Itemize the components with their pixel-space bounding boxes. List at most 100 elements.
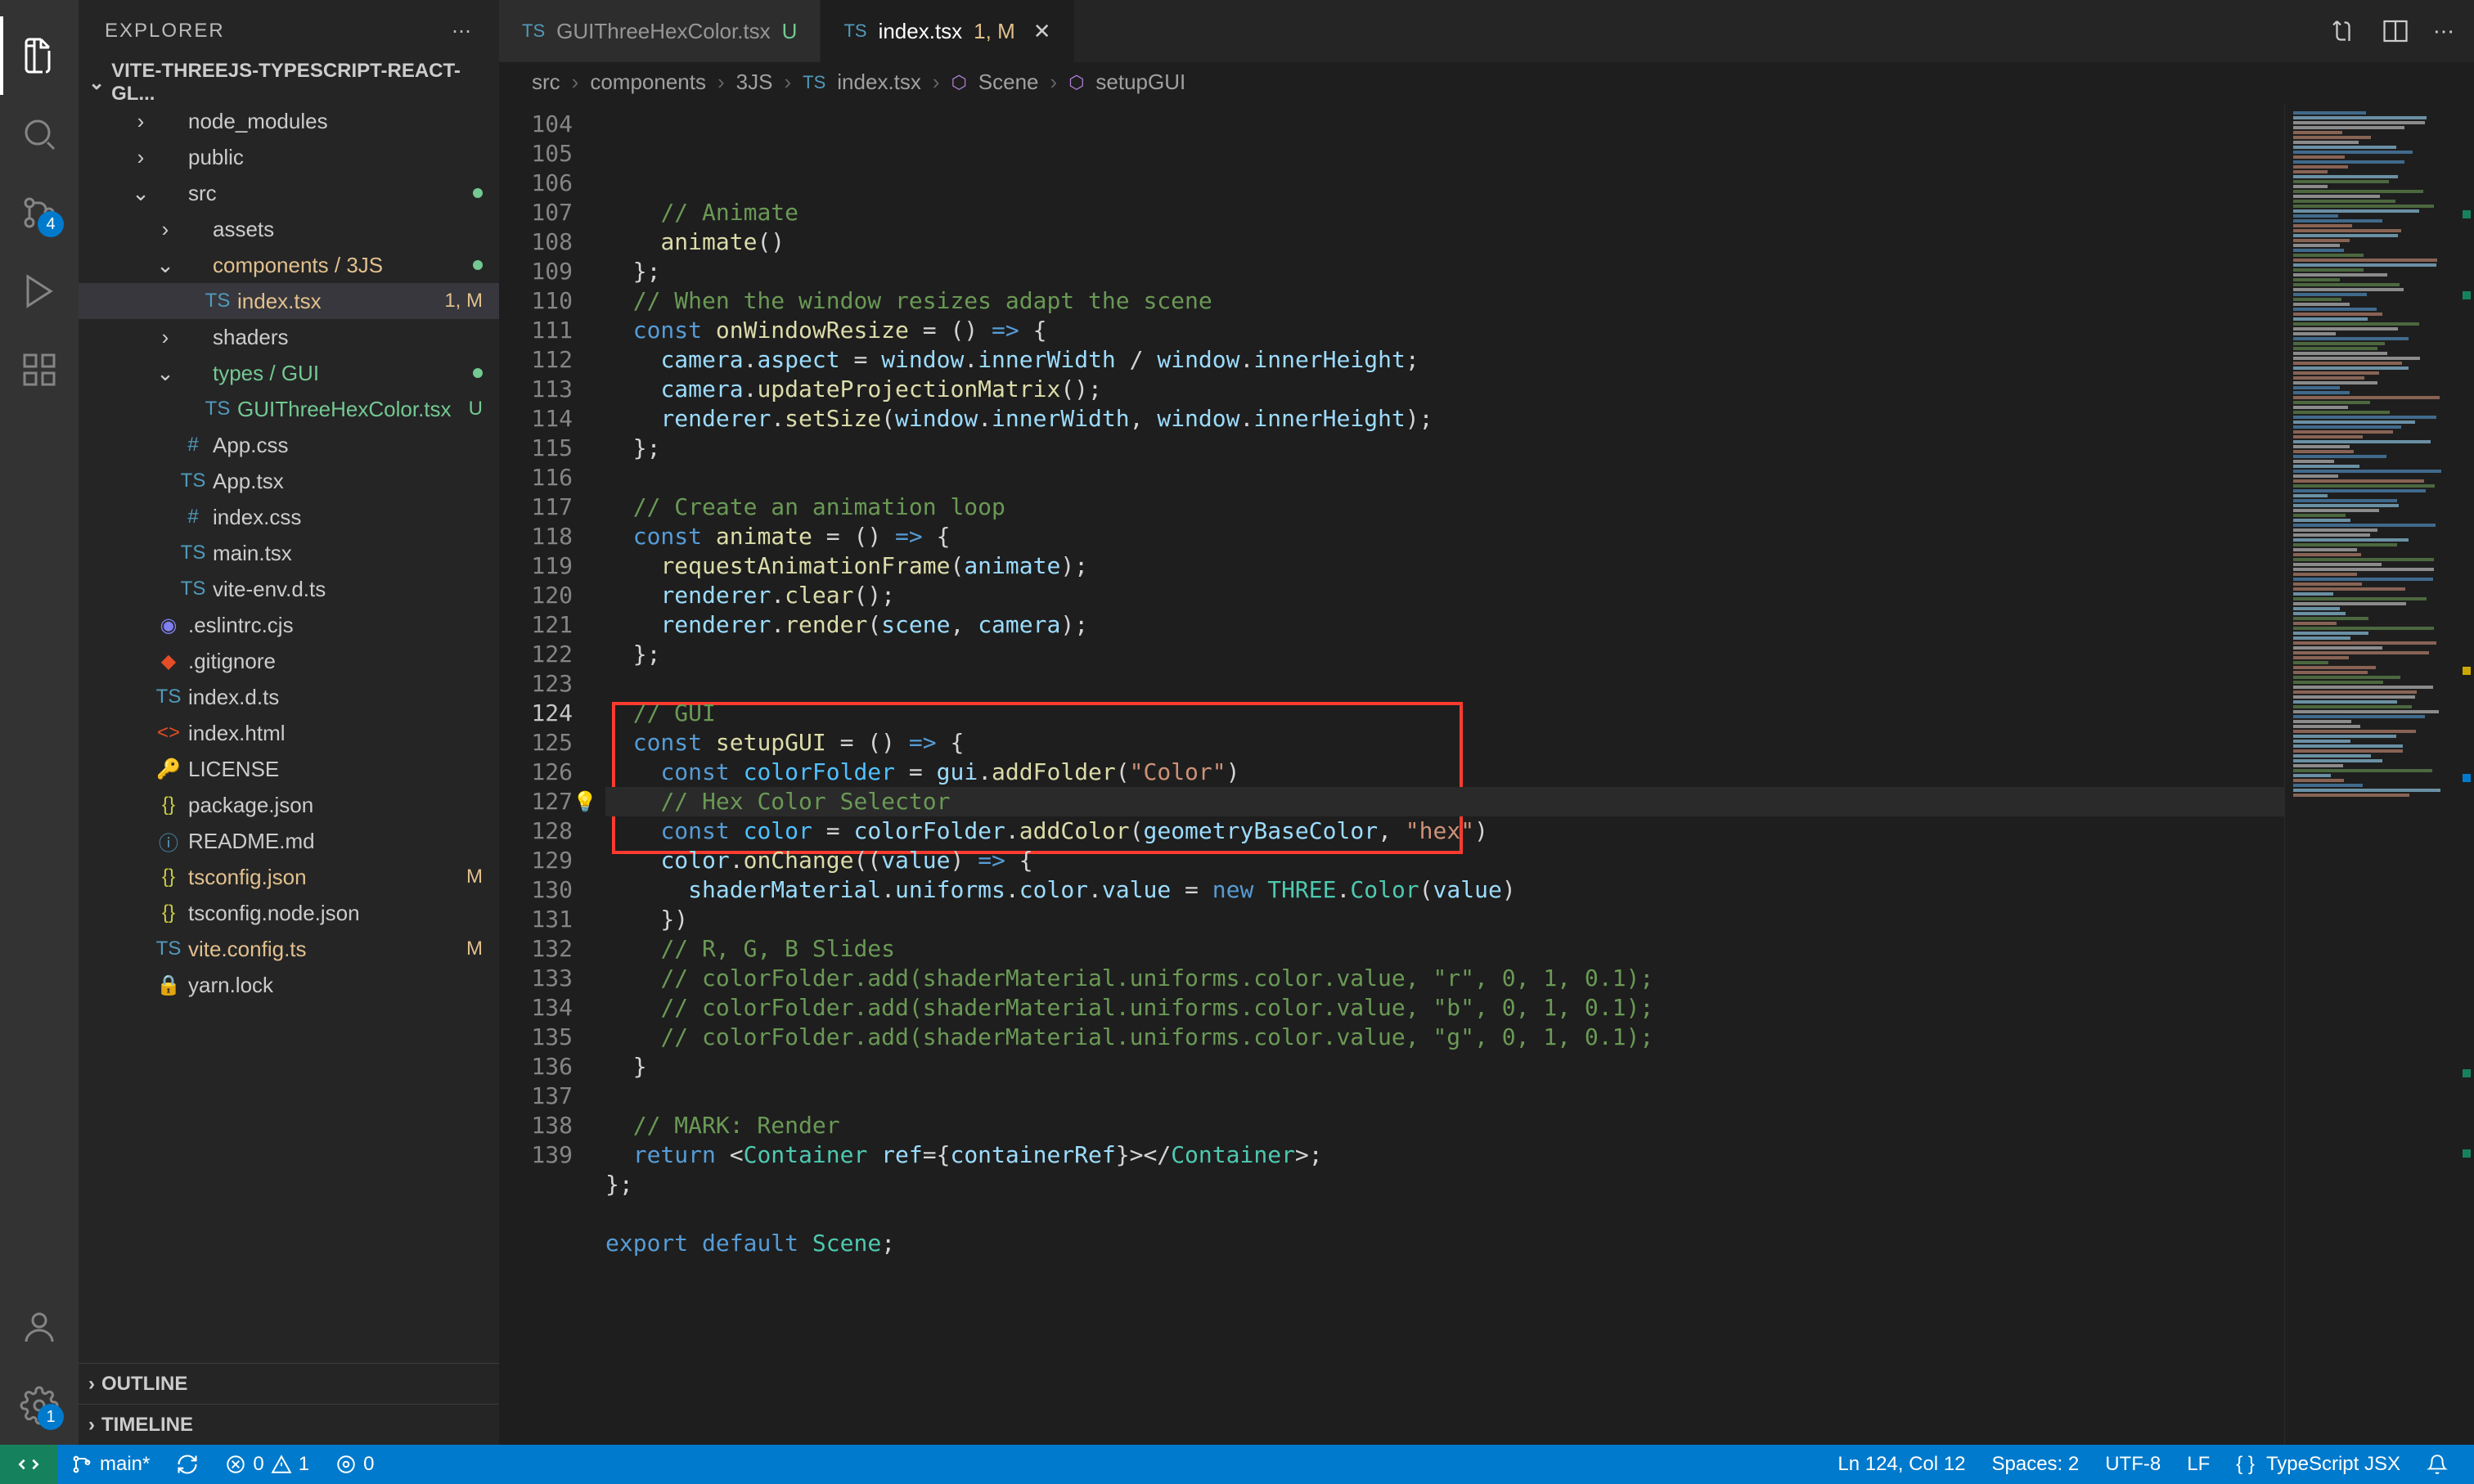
lightbulb-icon[interactable]: 💡 [573,787,597,816]
minimap[interactable] [2284,103,2474,1445]
close-icon[interactable]: ✕ [1027,19,1051,44]
code-line[interactable] [605,463,2284,492]
code-line[interactable]: camera.updateProjectionMatrix(); [605,375,2284,404]
project-row[interactable]: ⌄ VITE-THREEJS-TYPESCRIPT-REACT-GL... [79,62,499,103]
outline-section[interactable]: › OUTLINE [79,1363,499,1404]
editor-more-icon[interactable]: ⋯ [2433,19,2454,44]
tree-item-components-3js[interactable]: ⌄components / 3JS [79,247,499,283]
code-line[interactable]: // Create an animation loop [605,492,2284,522]
breadcrumb-item[interactable]: setupGUI [1095,70,1185,95]
compare-changes-icon[interactable] [2328,16,2358,46]
status-sync[interactable] [163,1453,212,1476]
tree-item-yarn-lock[interactable]: 🔒yarn.lock [79,967,499,1003]
tree-item-index-html[interactable]: <>index.html [79,715,499,751]
code-line[interactable]: export default Scene; [605,1229,2284,1258]
remote-indicator[interactable] [0,1445,57,1484]
code-line[interactable]: const color = colorFolder.addColor(geome… [605,816,2284,846]
status-language[interactable]: { } TypeScript JSX [2223,1453,2413,1476]
code-line[interactable]: // colorFolder.add(shaderMaterial.unifor… [605,964,2284,993]
status-spaces[interactable]: Spaces: 2 [1978,1453,2092,1476]
code-line[interactable]: camera.aspect = window.innerWidth / wind… [605,345,2284,375]
code-line[interactable]: }; [605,257,2284,286]
code-line[interactable]: // Animate [605,198,2284,227]
breadcrumb-item[interactable]: src [532,70,560,95]
tree-item-index-tsx[interactable]: TSindex.tsx1, M [79,283,499,319]
code-line[interactable]: return <Container ref={containerRef}></C… [605,1140,2284,1170]
code-line[interactable]: }; [605,1170,2284,1199]
activity-settings[interactable]: 1 [0,1366,79,1445]
timeline-section[interactable]: › TIMELINE [79,1404,499,1445]
code-line[interactable]: shaderMaterial.uniforms.color.value = ne… [605,875,2284,905]
status-problems[interactable]: 0 1 [212,1453,322,1476]
code-line[interactable]: // Hex Color Selector💡 [605,787,2284,816]
tree-item-index-css[interactable]: #index.css [79,499,499,535]
code-line[interactable]: }; [605,434,2284,463]
tree-item-src[interactable]: ⌄src [79,175,499,211]
tree-item-public[interactable]: ›public [79,139,499,175]
code-line[interactable]: const colorFolder = gui.addFolder("Color… [605,758,2284,787]
tree-item-vite-env-d-ts[interactable]: TSvite-env.d.ts [79,571,499,607]
tree-item-package-json[interactable]: {}package.json [79,787,499,823]
code-line[interactable]: // When the window resizes adapt the sce… [605,286,2284,316]
tree-item-main-tsx[interactable]: TSmain.tsx [79,535,499,571]
tab-guithreehexcolor-tsx[interactable]: TS GUIThreeHexColor.tsx U [499,0,821,62]
activity-accounts[interactable] [0,1288,79,1366]
activity-source-control[interactable]: 4 [0,173,79,252]
breadcrumbs[interactable]: src›components›3JS›TSindex.tsx›⬡Scene›⬡s… [499,62,2474,103]
code-editor[interactable]: 1041051061071081091101111121131141151161… [499,103,2284,1445]
code-line[interactable]: // colorFolder.add(shaderMaterial.unifor… [605,1023,2284,1052]
code-line[interactable]: renderer.render(scene, camera); [605,610,2284,640]
tree-item-node-modules[interactable]: ›node_modules [79,103,499,139]
tree-item-license[interactable]: 🔑LICENSE [79,751,499,787]
tree-item-index-d-ts[interactable]: TSindex.d.ts [79,679,499,715]
code-content[interactable]: // Animate animate() }; // When the wind… [605,103,2284,1445]
breadcrumb-item[interactable]: index.tsx [837,70,921,95]
activity-explorer[interactable] [0,16,79,95]
tree-item--gitignore[interactable]: ◆.gitignore [79,643,499,679]
breadcrumb-item[interactable]: 3JS [736,70,773,95]
status-cursor[interactable]: Ln 124, Col 12 [1824,1453,1978,1476]
tree-item-shaders[interactable]: ›shaders [79,319,499,355]
code-line[interactable]: color.onChange((value) => { [605,846,2284,875]
code-line[interactable]: const animate = () => { [605,522,2284,551]
breadcrumb-item[interactable]: Scene [978,70,1039,95]
code-line[interactable]: // MARK: Render [605,1111,2284,1140]
tree-item-tsconfig-json[interactable]: {}tsconfig.jsonM [79,859,499,895]
code-line[interactable]: animate() [605,227,2284,257]
tree-item-tsconfig-node-json[interactable]: {}tsconfig.node.json [79,895,499,931]
tree-item-vite-config-ts[interactable]: TSvite.config.tsM [79,931,499,967]
split-editor-icon[interactable] [2381,16,2410,46]
activity-search[interactable] [0,95,79,173]
code-line[interactable]: // GUI [605,699,2284,728]
activity-run-debug[interactable] [0,252,79,331]
tab-index-tsx[interactable]: TS index.tsx 1, M ✕ [821,0,1074,62]
code-line[interactable]: renderer.clear(); [605,581,2284,610]
code-line[interactable] [605,669,2284,699]
code-line[interactable]: } [605,1052,2284,1082]
status-ports[interactable]: 0 [322,1453,387,1476]
status-eol[interactable]: LF [2174,1453,2223,1476]
status-encoding[interactable]: UTF-8 [2092,1453,2174,1476]
code-line[interactable]: // R, G, B Slides [605,934,2284,964]
breadcrumb-item[interactable]: components [590,70,706,95]
tree-item-app-tsx[interactable]: TSApp.tsx [79,463,499,499]
status-notifications[interactable] [2413,1454,2461,1475]
code-line[interactable]: }) [605,905,2284,934]
activity-extensions[interactable] [0,331,79,409]
tree-item-guithreehexcolor-tsx[interactable]: TSGUIThreeHexColor.tsxU [79,391,499,427]
status-branch[interactable]: main* [57,1453,163,1476]
code-line[interactable]: const setupGUI = () => { [605,728,2284,758]
tree-item-assets[interactable]: ›assets [79,211,499,247]
code-line[interactable]: const onWindowResize = () => { [605,316,2284,345]
tree-item--eslintrc-cjs[interactable]: ◉.eslintrc.cjs [79,607,499,643]
code-line[interactable]: // colorFolder.add(shaderMaterial.unifor… [605,993,2284,1023]
code-line[interactable] [605,1082,2284,1111]
sidebar-more-icon[interactable]: ⋯ [452,20,473,43]
tree-item-readme-md[interactable]: ⓘREADME.md [79,823,499,859]
tree-item-app-css[interactable]: #App.css [79,427,499,463]
code-line[interactable] [605,1199,2284,1229]
code-line[interactable]: renderer.setSize(window.innerWidth, wind… [605,404,2284,434]
tree-item-types-gui[interactable]: ⌄types / GUI [79,355,499,391]
code-line[interactable]: }; [605,640,2284,669]
code-line[interactable]: requestAnimationFrame(animate); [605,551,2284,581]
